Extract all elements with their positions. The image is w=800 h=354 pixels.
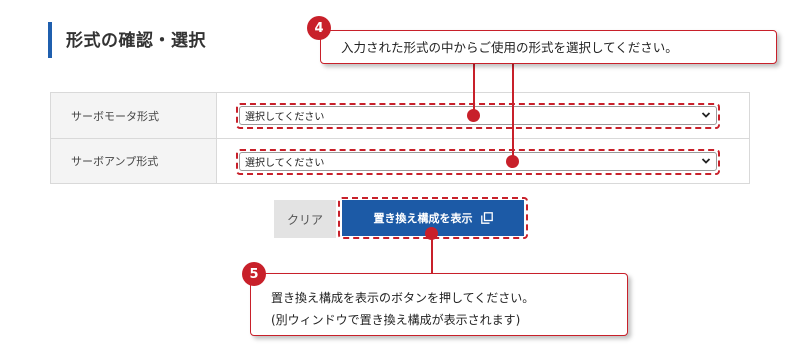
callout4-pointer-dot <box>467 109 480 122</box>
step-4-badge: 4 <box>307 16 331 40</box>
callout-step-5-line1: 置き換え構成を表示のボタンを押してください。 <box>271 291 535 305</box>
servo-amp-select-highlight <box>236 149 720 175</box>
callout4-connector <box>473 64 475 115</box>
callout5-pointer-dot <box>425 227 438 240</box>
servo-amp-label: サーボアンプ形式 <box>51 139 217 183</box>
section-title: 形式の確認・選択 <box>66 31 206 51</box>
servo-motor-label: サーボモータ形式 <box>51 93 217 138</box>
step-5-badge: 5 <box>242 262 266 286</box>
callout-step-5: 置き換え構成を表示のボタンを押してください。 (別ウィンドウで置き換え構成が表示… <box>250 273 628 336</box>
section-accent-bar <box>48 22 52 58</box>
callout-step-4: 入力された形式の中からご使用の形式を選択してください。 <box>320 30 777 64</box>
callout4-connector <box>512 64 514 161</box>
clear-button[interactable]: クリア <box>274 200 336 238</box>
callout-step-5-line2: (別ウィンドウで置き換え構成が表示されます) <box>271 313 521 327</box>
callout-step-4-text: 入力された形式の中からご使用の形式を選択してください。 <box>341 40 678 55</box>
callout4-pointer-dot <box>506 155 519 168</box>
